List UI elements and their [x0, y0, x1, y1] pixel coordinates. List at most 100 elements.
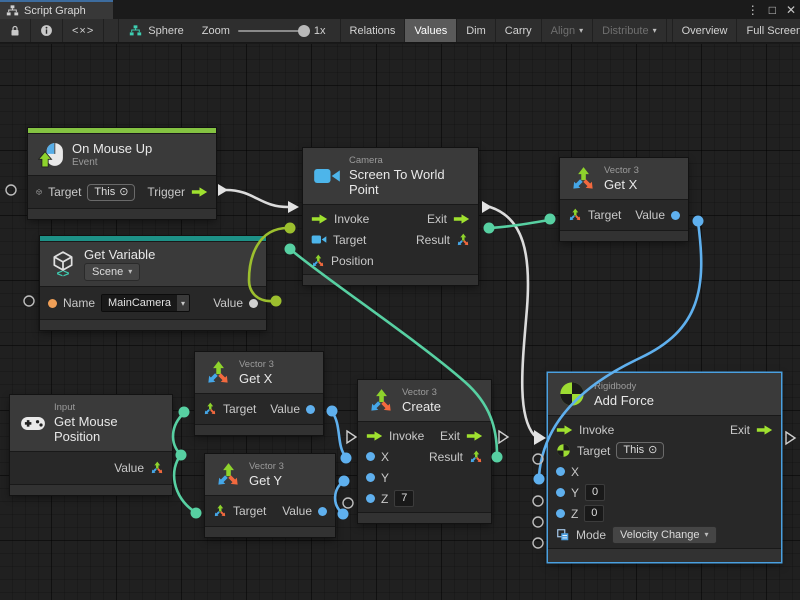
float-input-port[interactable]	[366, 494, 375, 503]
zoom-label: Zoom	[202, 25, 230, 37]
code-toggle-button[interactable]: <×>	[63, 19, 104, 42]
node-vector3-get-x[interactable]: Vector 3 Get X Target Value	[195, 352, 323, 435]
node-get-variable[interactable]: Get Variable Scene ▾ Name MainCamera ▾	[40, 236, 266, 330]
flow-output-port[interactable]	[453, 213, 470, 225]
float-input-port[interactable]	[556, 467, 565, 476]
flow-output-port[interactable]	[191, 186, 208, 198]
rigidbody-port-icon[interactable]	[556, 443, 571, 458]
node-on-mouse-up[interactable]: On Mouse Up Event Target This ⊙ Trigger	[28, 128, 216, 219]
port-label: Value	[213, 296, 243, 310]
menu-dots-icon[interactable]: ⋮	[747, 3, 759, 17]
node-footer	[303, 275, 478, 285]
node-add-force[interactable]: Rigidbody Add Force Invoke Exit Target T…	[548, 373, 781, 562]
port-label: Value	[114, 461, 144, 475]
object-picker-icon[interactable]: ⊙	[648, 443, 657, 458]
variable-name-dropdown[interactable]: MainCamera ▾	[101, 294, 190, 312]
float-output-port[interactable]	[318, 507, 327, 516]
flow-output-port[interactable]	[756, 424, 773, 436]
chevron-down-icon: ▾	[705, 527, 709, 543]
info-button[interactable]	[31, 19, 63, 42]
vector3-port-icon[interactable]	[311, 254, 325, 268]
variable-color-bar	[40, 236, 266, 241]
distribute-dropdown[interactable]: Distribute▾	[593, 19, 666, 42]
port-label: Target	[223, 402, 256, 416]
tab-script-graph[interactable]: Script Graph	[0, 0, 113, 19]
flow-output-port[interactable]	[466, 430, 483, 442]
maximize-icon[interactable]: □	[769, 3, 776, 17]
graph-name: Sphere	[148, 25, 183, 37]
close-icon[interactable]: ✕	[786, 3, 796, 17]
port-label: Result	[429, 450, 463, 464]
float-input-port[interactable]	[366, 473, 375, 482]
relations-button[interactable]: Relations	[341, 19, 406, 42]
float-input-port[interactable]	[366, 452, 375, 461]
port-label: Invoke	[389, 429, 424, 443]
flow-input-port[interactable]	[556, 424, 573, 436]
vector3-port-icon[interactable]	[469, 450, 483, 464]
graph-canvas[interactable]: On Mouse Up Event Target This ⊙ Trigger	[0, 44, 800, 600]
vector3-icon	[215, 462, 241, 488]
node-category: Vector 3	[402, 387, 441, 398]
zoom-slider[interactable]	[238, 30, 306, 32]
vector3-port-icon[interactable]	[150, 461, 164, 475]
float-input-port[interactable]	[556, 509, 565, 518]
node-category: Vector 3	[239, 359, 274, 370]
macro-graph-icon	[129, 24, 142, 37]
vector3-port-icon[interactable]	[456, 233, 470, 247]
chevron-down-icon: ▾	[128, 264, 132, 280]
node-footer	[195, 425, 323, 435]
z-value-field[interactable]: 0	[584, 505, 604, 522]
mode-dropdown[interactable]: Velocity Change ▾	[612, 526, 717, 544]
graph-breadcrumb[interactable]: Sphere	[119, 19, 193, 42]
node-subtitle: Event	[72, 157, 152, 168]
object-picker-icon[interactable]: ⊙	[119, 185, 128, 200]
node-screen-to-world-point[interactable]: Camera Screen To World Point Invoke Exit…	[303, 148, 478, 285]
vector3-port-icon[interactable]	[203, 402, 217, 416]
node-vector3-get-x-top[interactable]: Vector 3 Get X Target Value	[560, 158, 688, 241]
node-get-mouse-position[interactable]: Input Get Mouse Position Value	[10, 395, 172, 495]
chevron-down-icon: ▾	[177, 295, 189, 311]
port-label: Target	[577, 444, 610, 458]
full-screen-button[interactable]: Full Screen	[737, 19, 800, 42]
flow-input-port[interactable]	[366, 430, 383, 442]
target-object-field[interactable]: This ⊙	[87, 184, 135, 201]
node-title: Get X	[604, 177, 639, 192]
tab-bar: Script Graph ⋮ □ ✕	[0, 0, 800, 19]
node-footer	[40, 320, 266, 330]
port-label: X	[571, 465, 579, 479]
node-vector3-get-y[interactable]: Vector 3 Get Y Target Value	[205, 454, 335, 537]
zoom-slider-handle[interactable]	[298, 25, 310, 37]
target-object-field[interactable]: This ⊙	[616, 442, 664, 459]
z-value-field[interactable]: 7	[394, 490, 414, 507]
port-label: Exit	[427, 212, 447, 226]
float-output-port[interactable]	[671, 211, 680, 220]
overview-button[interactable]: Overview	[673, 19, 738, 42]
chevron-down-icon: ▾	[579, 26, 583, 35]
string-port[interactable]	[48, 299, 57, 308]
port-label: Mode	[576, 528, 606, 542]
enum-port-icon[interactable]	[556, 528, 570, 542]
lock-button[interactable]	[0, 19, 31, 42]
node-footer	[205, 527, 335, 537]
node-title: Add Force	[594, 393, 654, 408]
node-footer	[10, 485, 172, 495]
port-label: Z	[381, 492, 388, 506]
flow-input-port[interactable]	[311, 213, 328, 225]
y-value-field[interactable]: 0	[585, 484, 605, 501]
port-label: Invoke	[334, 212, 369, 226]
object-output-port[interactable]	[249, 299, 258, 308]
float-output-port[interactable]	[306, 405, 315, 414]
align-dropdown[interactable]: Align▾	[542, 19, 593, 42]
vector3-port-icon[interactable]	[568, 208, 582, 222]
dim-button[interactable]: Dim	[457, 19, 496, 42]
carry-button[interactable]: Carry	[496, 19, 542, 42]
node-vector3-create[interactable]: Vector 3 Create Invoke Exit X Result	[358, 380, 491, 523]
vector3-port-icon[interactable]	[213, 504, 227, 518]
vector3-icon	[205, 360, 231, 386]
gameobject-cube-icon[interactable]	[36, 185, 42, 199]
values-button[interactable]: Values	[405, 19, 457, 42]
node-title: Get Variable	[84, 247, 155, 262]
float-input-port[interactable]	[556, 488, 565, 497]
camera-port-icon[interactable]	[311, 234, 327, 245]
variable-scope-dropdown[interactable]: Scene ▾	[84, 263, 140, 281]
